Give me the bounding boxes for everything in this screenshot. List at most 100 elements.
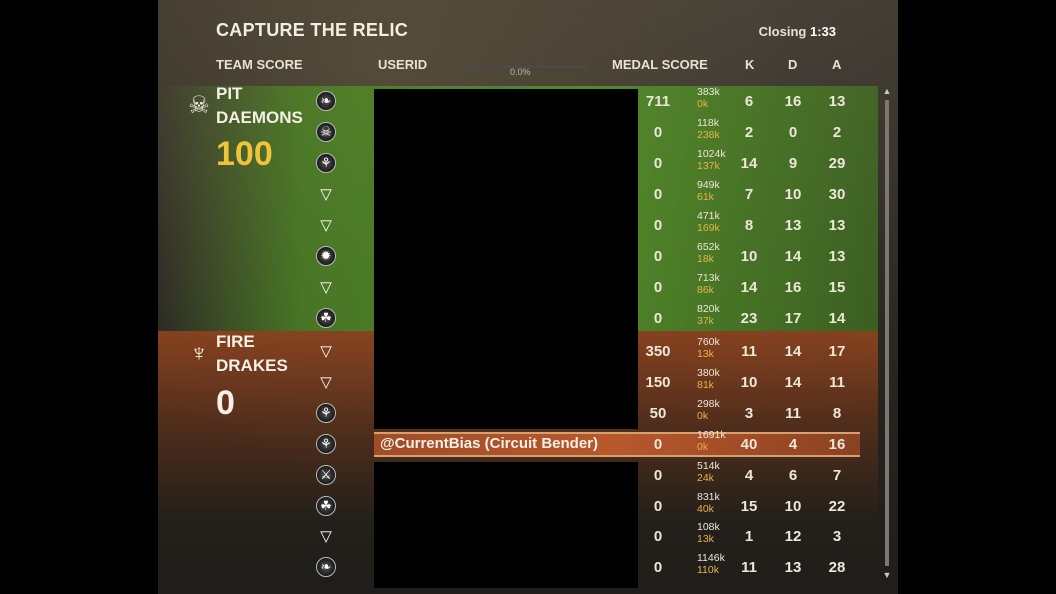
healing-value: 169k: [697, 222, 720, 234]
damage-value: 760k: [697, 336, 720, 348]
deaths-value: 11: [785, 405, 801, 422]
player-row[interactable]: ❧ 0 1146k 110k 11 13 28: [158, 553, 898, 584]
deaths-value: 16: [784, 93, 802, 110]
starburst-emblem-icon: ✹: [316, 246, 336, 266]
player-row[interactable]: ▽ 0 471k 169k 8 13 13: [158, 211, 898, 242]
damage-value: 1146k: [697, 552, 725, 564]
player-row[interactable]: ▽ 150 380k 81k 10 14 11: [158, 368, 898, 399]
healing-value: 0k: [697, 441, 709, 453]
kills-value: 10: [740, 374, 758, 391]
deaths-value: 10: [784, 498, 802, 515]
healing-value: 137k: [697, 160, 720, 172]
player-userid: @CurrentBias (Circuit Bender): [380, 435, 598, 452]
damage-value: 713k: [697, 272, 720, 284]
healing-value: 61k: [697, 191, 714, 203]
damage-value: 298k: [697, 398, 720, 410]
scrollbar[interactable]: ▲ ▼: [882, 86, 892, 580]
kills-value: 4: [744, 467, 754, 484]
medal-score: 0: [653, 436, 663, 453]
deaths-value: 14: [784, 248, 802, 265]
assists-value: 15: [828, 279, 846, 296]
assists-value: 16: [828, 436, 846, 453]
player-row[interactable]: ⚘ 50 298k 0k 3 11 8: [158, 399, 898, 430]
healing-value: 0k: [697, 410, 709, 422]
healing-value: 86k: [697, 284, 714, 296]
paw-emblem-icon: ☘: [316, 496, 336, 516]
kills-value: 40: [740, 436, 758, 453]
medal-score: 0: [653, 186, 663, 203]
player-row[interactable]: ▽ 0 949k 61k 7 10 30: [158, 180, 898, 211]
assists-value: 7: [832, 467, 842, 484]
column-header-medal-score[interactable]: MEDAL SCORE: [612, 57, 708, 72]
player-row[interactable]: ▽ 350 760k 13k 11 14 17: [158, 337, 898, 368]
assists-value: 22: [828, 498, 846, 515]
assists-value: 17: [828, 343, 846, 360]
scroll-track[interactable]: [885, 100, 889, 566]
player-row[interactable]: ▽ 0 713k 86k 14 16 15: [158, 273, 898, 304]
assists-value: 13: [828, 248, 846, 265]
player-row[interactable]: ☘ 0 831k 40k 15 10 22: [158, 492, 898, 523]
column-header-d[interactable]: D: [788, 57, 797, 72]
healing-value: 37k: [697, 315, 714, 327]
dragon-head-icon: ❧: [316, 557, 336, 577]
column-header-a[interactable]: A: [832, 57, 841, 72]
dragon-head-icon: ❧: [316, 91, 336, 111]
assists-value: 14: [828, 310, 846, 327]
paw-emblem-icon: ☘: [316, 308, 336, 328]
closing-time: 1:33: [809, 24, 836, 39]
player-row[interactable]: ❧ 711 383k 0k 6 16 13: [158, 87, 898, 118]
player-row[interactable]: ✹ 0 652k 18k 10 14 13: [158, 242, 898, 273]
healing-value: 238k: [697, 129, 720, 141]
column-header-team-score[interactable]: TEAM SCORE: [216, 57, 303, 72]
assists-value: 13: [828, 93, 846, 110]
assists-value: 28: [828, 559, 846, 576]
deaths-value: 12: [784, 528, 802, 545]
medal-score: 0: [653, 217, 663, 234]
player-row[interactable]: ⚘ @CurrentBias (Circuit Bender) 0 1691k 0k 40…: [158, 430, 898, 461]
deaths-value: 13: [784, 559, 802, 576]
medal-score: 0: [653, 498, 663, 515]
kills-value: 14: [740, 279, 758, 296]
nature-emblem-icon: ⚘: [316, 153, 336, 173]
healing-value: 110k: [697, 564, 719, 576]
player-row[interactable]: ☘ 0 820k 37k 23 17 14: [158, 304, 898, 335]
healing-value: 24k: [697, 472, 714, 484]
medal-score: 0: [653, 310, 663, 327]
deaths-value: 17: [784, 310, 802, 327]
deaths-value: 14: [784, 374, 802, 391]
column-header-userid[interactable]: USERID: [378, 57, 427, 72]
triangle-emblem-icon: ▽: [320, 217, 332, 234]
scroll-up-icon[interactable]: ▲: [882, 86, 892, 96]
damage-value: 820k: [697, 303, 720, 315]
closing-label: Closing: [758, 24, 807, 39]
medal-score: 0: [653, 279, 663, 296]
medal-score: 0: [653, 559, 663, 576]
nature-emblem-icon: ⚘: [316, 403, 336, 423]
deaths-value: 14: [784, 343, 802, 360]
player-row[interactable]: ⚔ 0 514k 24k 4 6 7: [158, 461, 898, 492]
triangle-emblem-icon: ▽: [320, 343, 332, 360]
kills-value: 8: [744, 217, 754, 234]
triangle-emblem-icon: ▽: [320, 374, 332, 391]
player-row[interactable]: ▽ 0 108k 13k 1 12 3: [158, 522, 898, 553]
assists-value: 11: [829, 374, 845, 391]
medal-score: 0: [653, 248, 663, 265]
healing-value: 18k: [697, 253, 714, 265]
player-row[interactable]: ☠ 0 118k 238k 2 0 2: [158, 118, 898, 149]
closing-timer: Closing 1:33: [759, 24, 836, 39]
damage-value: 383k: [697, 86, 720, 98]
healing-value: 13k: [697, 348, 714, 360]
assists-value: 13: [828, 217, 846, 234]
medal-score: 711: [645, 93, 671, 110]
kills-value: 7: [744, 186, 754, 203]
skull-emblem-icon: ☠: [316, 122, 336, 142]
damage-value: 831k: [697, 491, 720, 503]
kills-value: 11: [741, 343, 757, 360]
player-row[interactable]: ⚘ 0 1024k 137k 14 9 29: [158, 149, 898, 180]
deaths-value: 9: [788, 155, 798, 172]
kills-value: 14: [740, 155, 758, 172]
column-header-k[interactable]: K: [745, 57, 754, 72]
kills-value: 3: [744, 405, 754, 422]
scroll-down-icon[interactable]: ▼: [882, 570, 892, 580]
deaths-value: 0: [788, 124, 798, 141]
